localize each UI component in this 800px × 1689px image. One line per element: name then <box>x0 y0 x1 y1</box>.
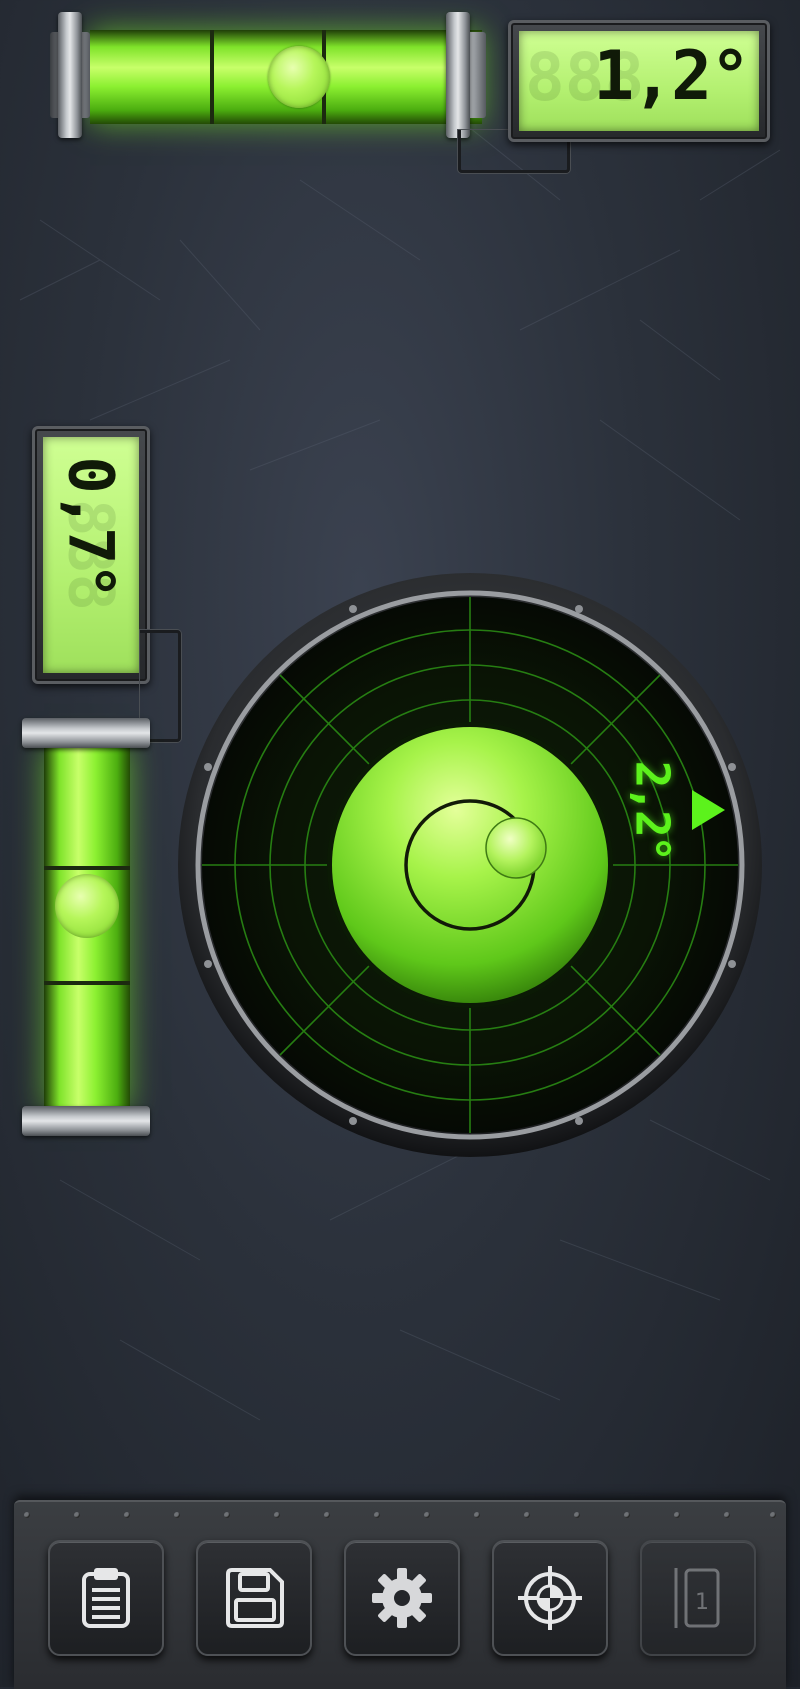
save-icon <box>226 1568 284 1628</box>
bullseye-bubble <box>485 817 547 879</box>
horizontal-bubble <box>268 46 330 108</box>
vertical-angle-display: 888 0,7° <box>32 426 150 684</box>
horizontal-angle-value: 1,2° <box>593 37 751 116</box>
gear-icon <box>372 1568 432 1628</box>
phone-mode-label: 1 <box>695 1590 709 1615</box>
bullseye-angle-value: 2,2° <box>625 760 680 860</box>
vial-endcap-left <box>58 12 82 138</box>
settings-button[interactable] <box>344 1540 460 1656</box>
vial-mark-top <box>44 866 130 870</box>
clipboard-button[interactable] <box>48 1540 164 1656</box>
vial-mark-left <box>210 30 214 124</box>
lcd-screen-vertical: 888 0,7° <box>43 437 139 673</box>
phone-mode-icon: 1 <box>674 1568 720 1628</box>
bullseye-liquid <box>332 727 608 1003</box>
vial-endcap-top <box>22 718 150 748</box>
lcd-screen-horizontal: 888 1,2° <box>519 31 759 131</box>
bullseye-level <box>178 573 762 1157</box>
clipboard-icon <box>82 1568 130 1628</box>
calibrate-button[interactable] <box>492 1540 608 1656</box>
vial-mark-bottom <box>44 981 130 985</box>
bottom-toolbar: 1 <box>14 1500 786 1689</box>
vial-endcap-right <box>446 12 470 138</box>
horizontal-angle-display: 888 1,2° <box>508 20 770 142</box>
vertical-bubble <box>55 874 119 938</box>
vial-endcap-bottom <box>22 1106 150 1136</box>
horizontal-bubble-vial <box>42 12 486 138</box>
save-button[interactable] <box>196 1540 312 1656</box>
phone-mode-button[interactable]: 1 <box>640 1540 756 1656</box>
vertical-angle-value: 0,7° <box>54 456 128 598</box>
crosshair-icon <box>518 1566 582 1630</box>
